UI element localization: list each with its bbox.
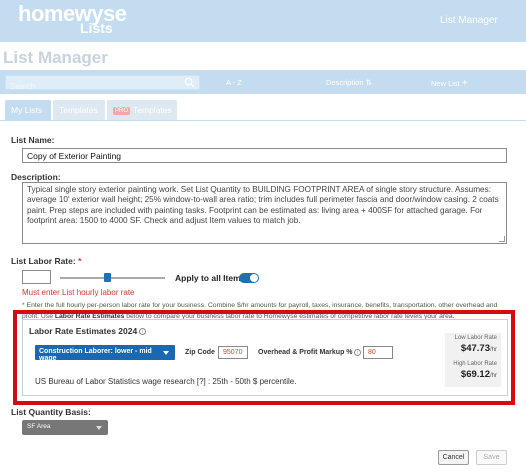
labor-rate-label-text: List Labor Rate:: [11, 256, 76, 266]
tab-my-lists[interactable]: My Lists: [5, 100, 51, 120]
labor-rate-input[interactable]: [22, 270, 51, 284]
labor-rate-error: Must enter List hourly labor rate: [22, 288, 135, 297]
search-box: [5, 75, 200, 93]
list-name-label: List Name:: [11, 135, 55, 145]
new-list-label: New List: [431, 79, 460, 88]
sort-description-button[interactable]: Description ⇅: [326, 78, 372, 87]
description-textarea[interactable]: Typical single story exterior painting w…: [22, 182, 507, 244]
pro-badge: PRO: [113, 107, 131, 115]
resize-handle[interactable]: [499, 236, 505, 242]
quantity-basis-value: SF Area: [27, 423, 51, 430]
page-title: List Manager: [3, 48, 108, 67]
description-label: Description:: [11, 172, 61, 182]
tab-pro-templates-label: Templates: [133, 105, 172, 115]
app-header: homewyse Lists List Manager: [0, 0, 526, 42]
apply-all-toggle[interactable]: [239, 273, 259, 283]
toggle-knob: [250, 274, 258, 282]
tab-templates[interactable]: Templates: [53, 100, 105, 120]
tab-pro-templates[interactable]: PRO Templates: [107, 100, 177, 120]
labor-rate-slider-track[interactable]: [60, 277, 165, 279]
homewyse-logo[interactable]: homewyse Lists: [18, 3, 127, 36]
labor-rate-label: List Labor Rate: *: [11, 256, 81, 266]
search-input[interactable]: [6, 80, 176, 93]
list-name-input[interactable]: [22, 148, 507, 163]
description-text: Typical single story exterior painting w…: [27, 185, 499, 226]
sort-az-button[interactable]: A - Z: [226, 78, 242, 87]
required-marker: *: [78, 256, 82, 266]
plus-icon: +: [461, 78, 468, 89]
list-toolbar: A - Z Description ⇅ New List +: [0, 70, 526, 94]
new-list-button[interactable]: New List +: [431, 78, 468, 89]
chevron-down-icon: [96, 426, 102, 430]
search-icon[interactable]: [184, 77, 195, 88]
save-button[interactable]: Save: [476, 450, 507, 465]
header-title: List Manager: [440, 15, 498, 26]
sort-description-label: Description: [326, 78, 364, 87]
sort-arrows-icon: ⇅: [365, 78, 372, 87]
quantity-basis-label: List Quantity Basis:: [11, 407, 91, 417]
apply-all-label: Apply to all Items: [175, 273, 246, 283]
highlight-frame: [13, 310, 515, 405]
quantity-basis-select[interactable]: SF Area: [22, 420, 108, 435]
labor-rate-slider-thumb[interactable]: [104, 273, 111, 282]
cancel-button[interactable]: Cancel: [438, 450, 469, 465]
